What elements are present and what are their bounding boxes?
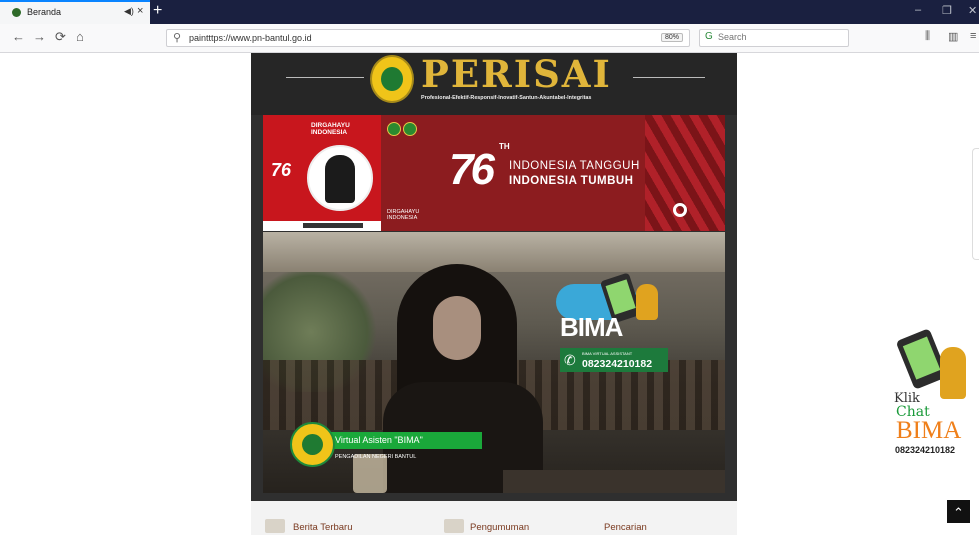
site-tagline: Profesional-Efektif-Responsif-Inovatif-S… <box>421 95 592 101</box>
bima-word: BIMA <box>560 312 623 342</box>
bima-phone: 082324210182 <box>582 358 653 370</box>
hero-roof <box>263 232 725 272</box>
chat-bima-widget[interactable]: Klik Chat BIMA 082324210182 <box>892 328 972 463</box>
search-engine-icon[interactable]: G <box>705 31 713 42</box>
minimize-button[interactable]: – <box>915 4 921 16</box>
tab-beranda[interactable]: Beranda ◀) × <box>0 0 150 24</box>
sidebar-button[interactable]: ▥ <box>948 30 958 43</box>
bima-mascot <box>940 347 966 399</box>
court-logo-icon[interactable] <box>370 55 414 103</box>
zoom-indicator[interactable]: 80% <box>660 33 683 42</box>
url-bar[interactable]: ⚲ paintttps://www.pn-bantul.go.id 80% <box>166 29 690 47</box>
section-berita-terbaru[interactable]: Berita Terbaru <box>293 522 353 533</box>
banner-logos <box>387 122 419 141</box>
content-section-bar: Berita Terbaru Pengumuman Pencarian <box>251 501 737 535</box>
forward-button[interactable]: → <box>33 29 46 44</box>
announcement-icon <box>444 519 464 533</box>
url-text[interactable]: paintttps://www.pn-bantul.go.id <box>189 33 312 43</box>
tab-close-icon[interactable]: × <box>137 5 143 17</box>
independence-banner[interactable]: DIRGAHAYU INDONESIA 76 76 TH INDONESIA T… <box>263 115 725 231</box>
chat-widget-phone: 082324210182 <box>895 445 956 455</box>
hero-image[interactable]: BIMA ✆ BIMA VIRTUAL ASSISTANT 0823242101… <box>263 232 725 493</box>
bima-card[interactable]: BIMA ✆ BIMA VIRTUAL ASSISTANT 0823242101… <box>556 272 668 378</box>
header-rule-left <box>286 77 364 78</box>
official-figure <box>325 155 355 203</box>
bima-caption: BIMA VIRTUAL ASSISTANT <box>582 351 633 356</box>
court-badge-icon <box>290 422 335 467</box>
reload-button[interactable]: ⟳ <box>55 29 66 45</box>
site-container: PERISAI Profesional-Efektif-Responsif-In… <box>251 52 737 501</box>
search-icon: ⚲ <box>173 32 182 44</box>
chevron-up-icon: ⌃ <box>953 505 964 520</box>
banner-dirgahayu-small: DIRGAHAYU INDONESIA <box>387 209 420 221</box>
banner-caption-strip <box>263 221 381 231</box>
hero-woman-face <box>433 296 481 360</box>
search-bar[interactable]: G <box>699 29 849 47</box>
close-window-button[interactable]: ✕ <box>968 4 977 17</box>
new-tab-button[interactable]: + <box>153 1 162 21</box>
tab-bar: Beranda ◀) × + – ❐ ✕ <box>0 0 979 24</box>
search-input[interactable] <box>718 32 838 42</box>
banner-line-2: INDONESIA TUMBUH <box>509 175 634 187</box>
menu-button[interactable]: ≡ <box>970 30 976 42</box>
section-pengumuman[interactable]: Pengumuman <box>470 522 529 533</box>
scroll-top-button[interactable]: ⌃ <box>947 500 970 523</box>
restore-button[interactable]: ❐ <box>942 4 952 17</box>
banner-left-panel: DIRGAHAYU INDONESIA 76 <box>263 115 381 231</box>
home-button[interactable]: ⌂ <box>76 29 84 44</box>
banner-decoration-circle <box>673 203 687 217</box>
banner-small-76: 76 <box>271 160 292 180</box>
va-title: Virtual Asisten "BIMA" <box>335 435 423 445</box>
logo-badge-icon <box>403 122 417 136</box>
banner-line-1: INDONESIA TANGGUH <box>509 160 640 172</box>
logo-badge-icon <box>387 122 401 136</box>
site-header: PERISAI Profesional-Efektif-Responsif-In… <box>251 52 737 115</box>
whatsapp-icon: ✆ <box>564 352 576 368</box>
site-brand[interactable]: PERISAI <box>421 52 612 96</box>
header-rule-right <box>633 77 705 78</box>
chat-widget-bima: BIMA <box>896 417 962 444</box>
back-button[interactable]: ← <box>12 29 25 44</box>
hero-table <box>503 470 725 493</box>
section-pencarian[interactable]: Pencarian <box>604 522 647 533</box>
site-favicon-icon <box>12 8 21 17</box>
banner-th: TH <box>499 142 510 151</box>
side-tab[interactable] <box>972 148 979 260</box>
bima-mascot <box>636 284 658 320</box>
tab-title: Beranda <box>27 7 62 17</box>
banner-76-logo: 76 <box>449 145 495 194</box>
library-button[interactable]: ⫼ <box>925 30 930 43</box>
banner-dirgahayu-text: DIRGAHAYU INDONESIA <box>311 122 350 136</box>
speaker-icon[interactable]: ◀) <box>124 6 134 17</box>
va-subtitle: PENGADILAN NEGERI BANTUL <box>335 454 417 460</box>
navigation-bar: ← → ⟳ ⌂ ⚲ paintttps://www.pn-bantul.go.i… <box>0 24 979 53</box>
news-icon <box>265 519 285 533</box>
